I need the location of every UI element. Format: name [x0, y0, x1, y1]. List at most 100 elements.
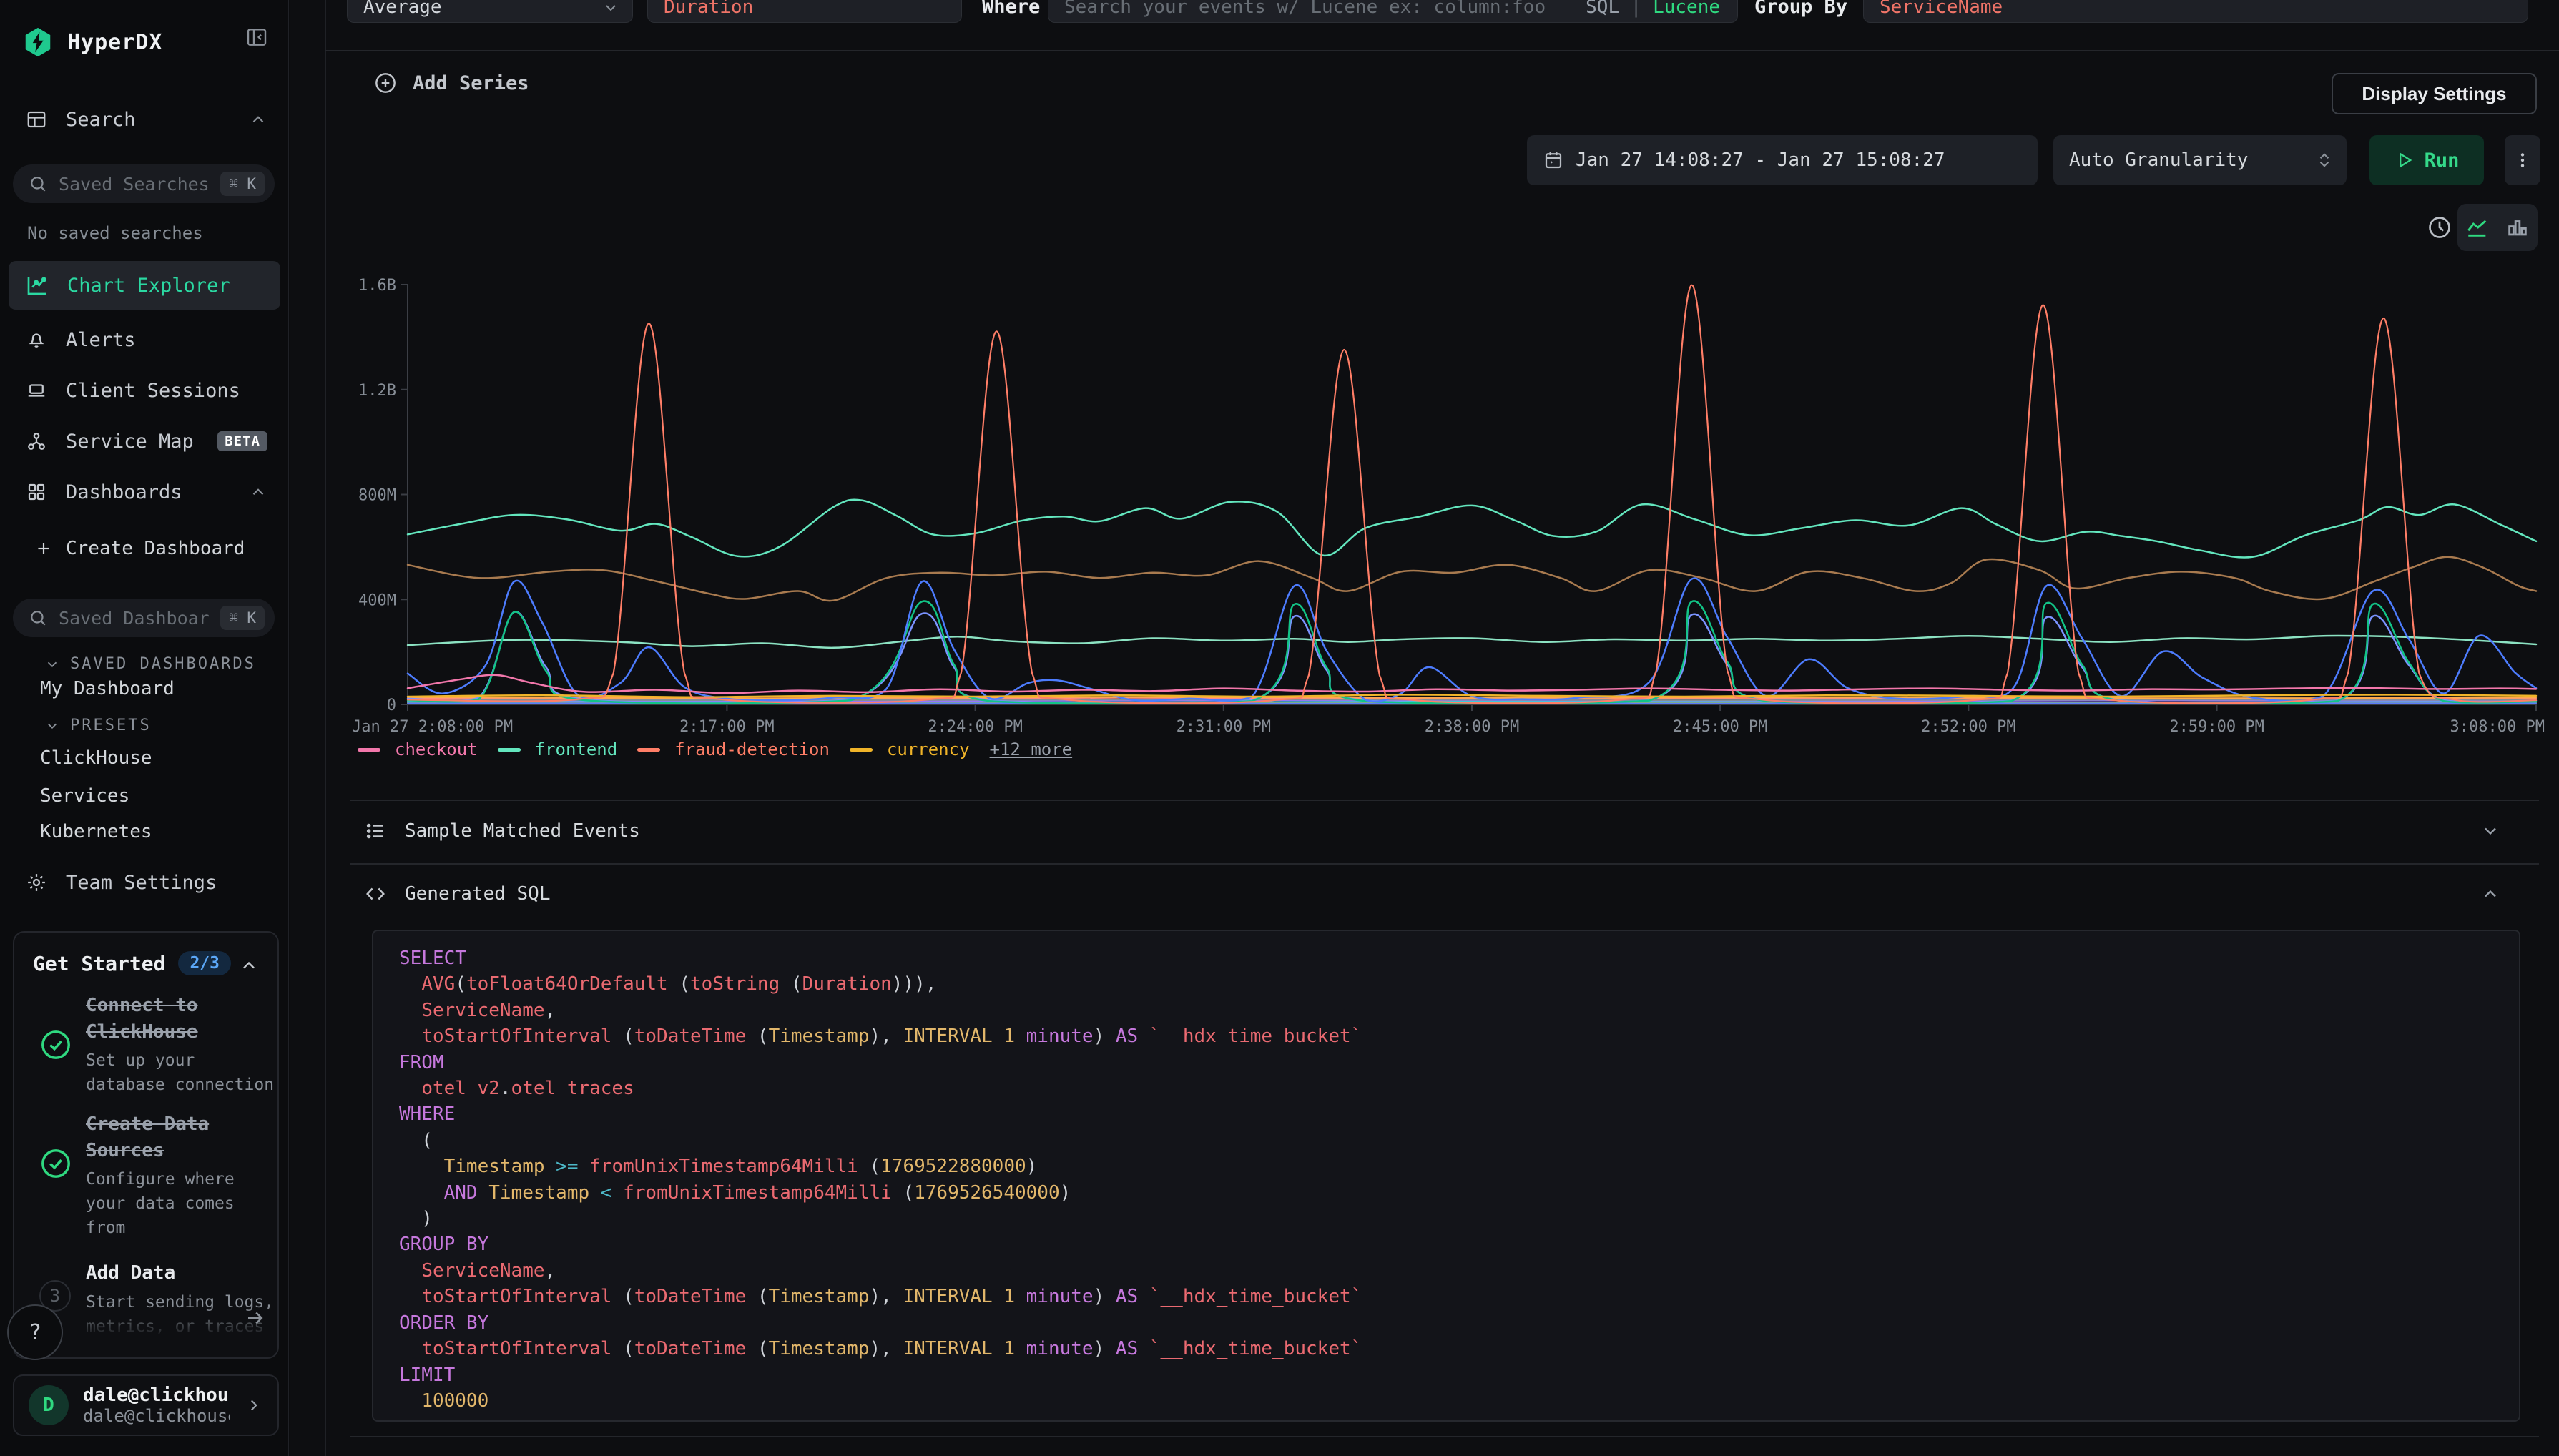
service-map-icon — [26, 431, 47, 452]
lucene-mode-toggle[interactable]: Lucene — [1653, 0, 1720, 18]
legend-more-link[interactable]: +12 more — [990, 739, 1073, 759]
chevron-down-icon[interactable] — [2480, 821, 2500, 841]
sidebar-item-label: Dashboards — [66, 481, 182, 503]
panel-divider — [325, 0, 326, 1456]
svg-text:1.2B: 1.2B — [358, 382, 396, 400]
sidebar-item-chart-explorer[interactable]: Chart Explorer — [9, 261, 280, 310]
chevron-up-icon[interactable] — [2480, 884, 2500, 904]
saved-dashboards-group[interactable]: SAVED DASHBOARDS — [44, 655, 256, 673]
sql-mode-toggle[interactable]: SQL — [1586, 0, 1619, 18]
help-button[interactable]: ? — [7, 1304, 63, 1360]
shortcut-badge: ⌘ K — [220, 606, 265, 630]
get-started-title: Get Started — [33, 952, 165, 975]
chevron-up-icon[interactable] — [249, 110, 267, 129]
group-by-label: Group By — [1754, 0, 1847, 18]
legend-swatch — [498, 748, 521, 752]
presets-group[interactable]: PRESETS — [44, 717, 152, 734]
list-icon — [365, 820, 386, 842]
sidebar-item-services[interactable]: Services — [40, 785, 129, 807]
sidebar-item-alerts[interactable]: Alerts — [0, 317, 289, 363]
saved-searches-search[interactable]: ⌘ K — [13, 164, 275, 203]
saved-dashboards-search[interactable]: ⌘ K — [13, 599, 275, 637]
create-dashboard-button[interactable]: Create Dashboard — [34, 538, 245, 559]
divider — [350, 1436, 2539, 1437]
chevron-down-icon — [44, 656, 60, 672]
date-range-value: Jan 27 14:08:27 - Jan 27 15:08:27 — [1576, 149, 1945, 171]
sample-matched-events-header[interactable]: Sample Matched Events — [365, 808, 2518, 854]
sql-code: SELECT AVG(toFloat64OrDefault (toString … — [399, 945, 1362, 1414]
display-settings-button[interactable]: Display Settings — [2332, 73, 2537, 114]
chevron-up-icon[interactable] — [249, 483, 267, 501]
svg-text:2:17:00 PM: 2:17:00 PM — [679, 718, 774, 736]
timeseries-chart[interactable]: 0400M800M1.2B1.6BJan 27 2:08:00 PM2:17:0… — [350, 275, 2546, 740]
svg-text:2:59:00 PM: 2:59:00 PM — [2169, 718, 2264, 736]
generated-sql-header[interactable]: Generated SQL — [365, 871, 2518, 917]
legend-item[interactable]: currency — [850, 739, 970, 759]
bar-chart-toggle[interactable] — [2505, 215, 2530, 240]
svg-text:2:45:00 PM: 2:45:00 PM — [1673, 718, 1767, 736]
sidebar-item-my-dashboard[interactable]: My Dashboard — [40, 678, 175, 699]
get-started-header[interactable]: Get Started 2/3 — [33, 951, 231, 975]
saved-dashboards-input[interactable] — [59, 608, 209, 629]
saved-searches-input[interactable] — [59, 174, 209, 195]
svg-text:400M: 400M — [358, 591, 396, 609]
svg-text:800M: 800M — [358, 487, 396, 505]
divider — [325, 50, 2559, 51]
run-button[interactable]: Run — [2369, 135, 2484, 185]
sidebar-item-label: Alerts — [66, 329, 136, 351]
no-saved-searches-text: No saved searches — [27, 223, 203, 243]
calendar-icon — [1543, 149, 1564, 171]
task-title: Create Data Sources — [86, 1111, 279, 1164]
field-input[interactable]: Duration — [647, 0, 962, 23]
search-icon — [29, 609, 47, 627]
sidebar-item-dashboards[interactable]: Dashboards — [0, 469, 289, 515]
app-logo[interactable]: HyperDX — [21, 23, 272, 62]
svg-text:2:38:00 PM: 2:38:00 PM — [1425, 718, 1519, 736]
chevron-up-icon[interactable] — [239, 955, 259, 975]
bell-icon — [26, 329, 47, 350]
search-query-input[interactable]: Search your events w/ Lucene ex: column:… — [1048, 0, 1738, 23]
legend-label: currency — [887, 739, 970, 759]
generated-sql-panel[interactable]: SELECT AVG(toFloat64OrDefault (toString … — [372, 930, 2520, 1422]
sidebar-item-label: Team Settings — [66, 872, 217, 894]
user-menu[interactable]: D dale@clickhouse.… dale@clickhouse.c… — [13, 1374, 279, 1436]
collapse-sidebar-icon[interactable] — [245, 26, 268, 49]
sidebar-item-kubernetes[interactable]: Kubernetes — [40, 821, 152, 842]
svg-text:3:08:00 PM: 3:08:00 PM — [2450, 718, 2545, 736]
sidebar-item-team-settings[interactable]: Team Settings — [0, 860, 289, 905]
task-desc: Configure where your data comes from — [86, 1167, 279, 1240]
legend-item[interactable]: checkout — [358, 739, 478, 759]
sidebar-item-label: Service Map — [66, 431, 194, 453]
divider — [350, 800, 2539, 801]
user-name: dale@clickhouse.… — [83, 1384, 230, 1406]
sidebar-item-service-map[interactable]: Service Map BETA — [0, 418, 289, 464]
series-frontend — [408, 500, 2536, 558]
sidebar-item-client-sessions[interactable]: Client Sessions — [0, 368, 289, 413]
aggregation-select[interactable]: Average — [347, 0, 633, 23]
legend-item[interactable]: frontend — [498, 739, 618, 759]
time-format-button[interactable] — [2427, 215, 2452, 240]
sidebar-item-label: Chart Explorer — [67, 275, 230, 297]
line-chart-toggle[interactable] — [2465, 215, 2490, 240]
legend-label: frontend — [535, 739, 618, 759]
legend-item[interactable]: fraud-detection — [637, 739, 830, 759]
legend-label: checkout — [395, 739, 478, 759]
sidebar-item-clickhouse[interactable]: ClickHouse — [40, 747, 152, 769]
series-checkout — [408, 675, 2536, 693]
task-title: Add Data — [86, 1260, 279, 1287]
sidebar-item-search[interactable]: Search — [0, 97, 289, 142]
question-mark: ? — [29, 1320, 41, 1345]
gear-icon — [26, 872, 47, 893]
add-series-button[interactable]: Add Series — [374, 72, 529, 94]
dots-vertical-icon — [2513, 151, 2532, 169]
date-range-picker[interactable]: Jan 27 14:08:27 - Jan 27 15:08:27 — [1527, 135, 2038, 185]
beta-badge: BETA — [217, 431, 267, 451]
granularity-select[interactable]: Auto Granularity — [2053, 135, 2347, 185]
chevron-updown-icon — [2315, 151, 2334, 169]
group-by-input[interactable]: ServiceName — [1863, 0, 2528, 23]
search-panel-icon — [26, 109, 47, 130]
main-content: Average Duration Where Search your event… — [290, 0, 2559, 1456]
get-started-progress-badge: 2/3 — [178, 951, 231, 975]
more-options-button[interactable] — [2505, 135, 2540, 185]
clock-icon — [2427, 215, 2452, 240]
